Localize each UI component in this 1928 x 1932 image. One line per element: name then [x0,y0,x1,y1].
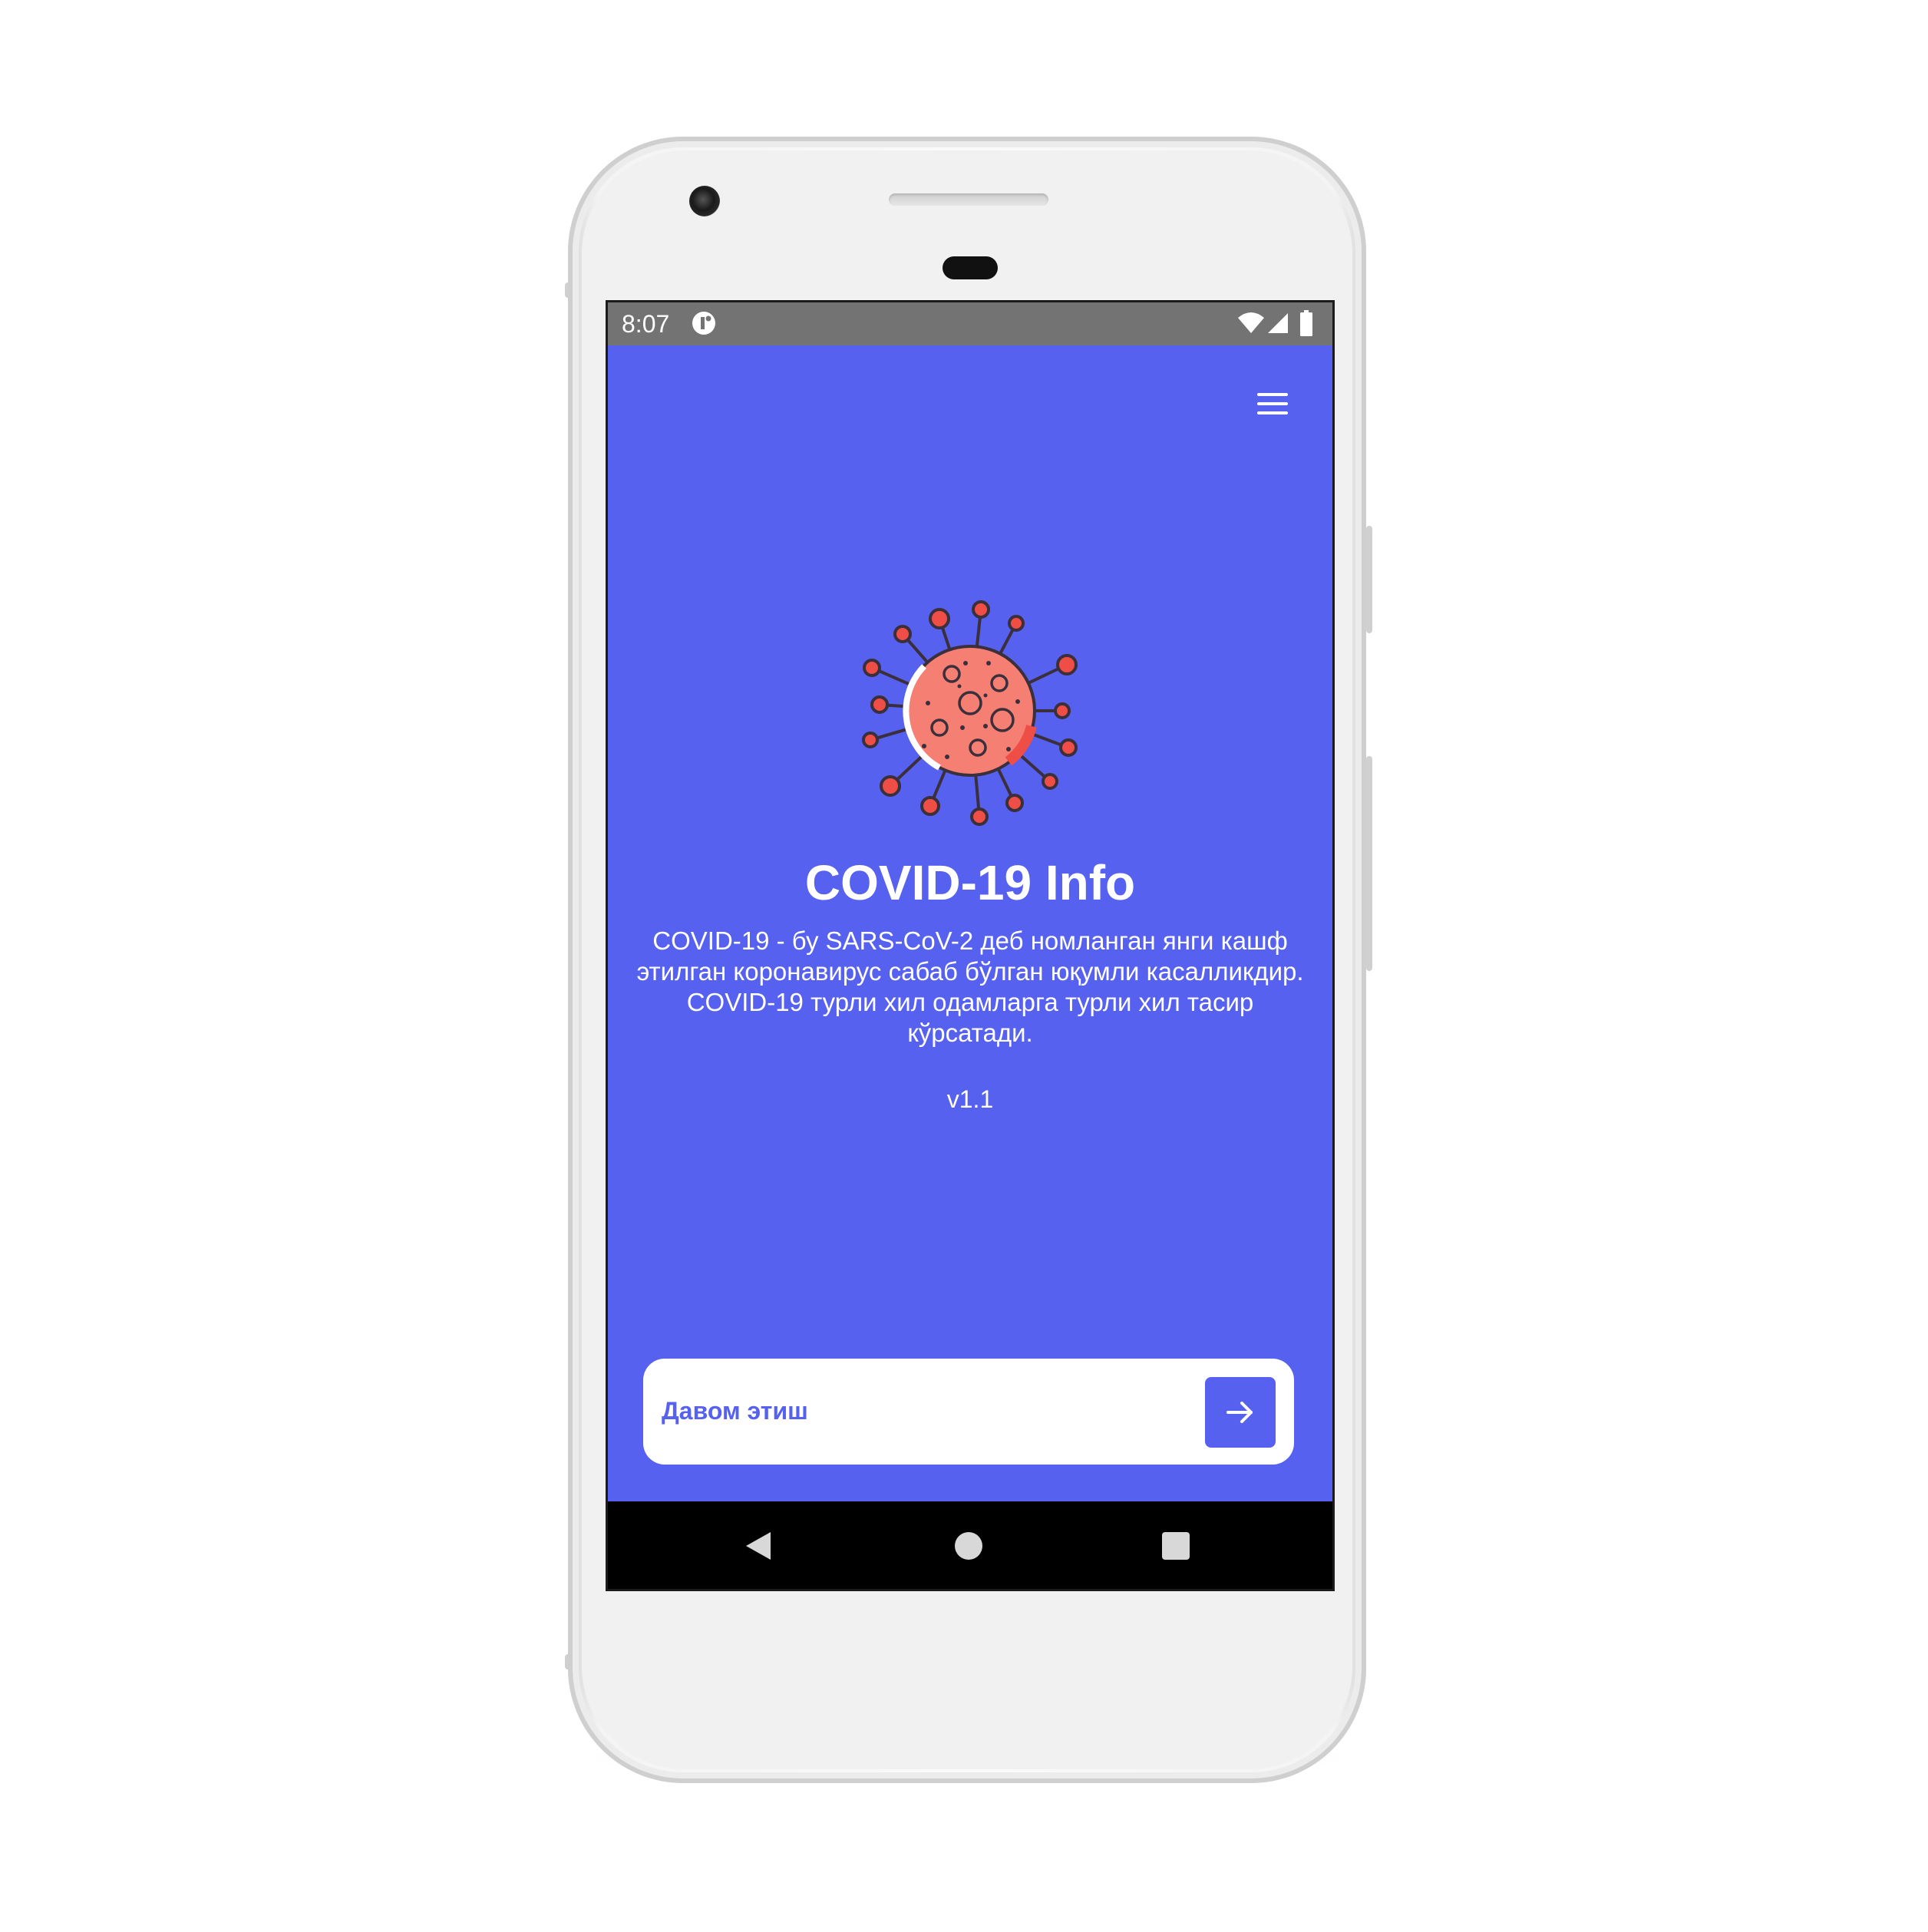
status-bar: 8:07 [608,302,1332,345]
app-version: v1.1 [946,1085,994,1113]
back-icon[interactable] [744,1531,772,1561]
app-title: COVID-19 Info [804,855,1136,910]
menu-line-middle [1257,402,1288,405]
app-screen: 8:07 COVID-19 Info COVID-19 - бу SARS-Co… [608,302,1332,1589]
app-description: COVID-19 - бу SARS-CoV-2 деб номланган я… [636,926,1304,1047]
virus-icon [862,600,1078,826]
wifi-icon [1238,312,1264,333]
home-icon[interactable] [955,1532,982,1560]
earpiece-speaker [889,193,1048,206]
device-mockup: 8:07 COVID-19 Info COVID-19 - бу SARS-Co… [0,0,1928,1932]
power-button [1366,526,1372,633]
battery-icon [1300,310,1312,336]
navigation-bar [608,1501,1332,1589]
menu-line-top [1257,393,1288,396]
status-time: 8:07 [622,310,670,338]
proximity-sensor [943,256,998,279]
continue-arrow-button[interactable] [1205,1377,1276,1448]
continue-button[interactable]: Давом этиш [643,1359,1294,1465]
arrow-right-icon [1226,1402,1253,1423]
volume-button [1366,756,1372,971]
menu-line-bottom [1257,411,1288,414]
front-camera [689,186,720,216]
signal-icon [1268,313,1288,333]
continue-label: Давом этиш [662,1397,808,1425]
hamburger-menu-icon[interactable] [1248,379,1297,428]
app-notification-icon [692,312,715,335]
recents-icon[interactable] [1162,1532,1190,1560]
